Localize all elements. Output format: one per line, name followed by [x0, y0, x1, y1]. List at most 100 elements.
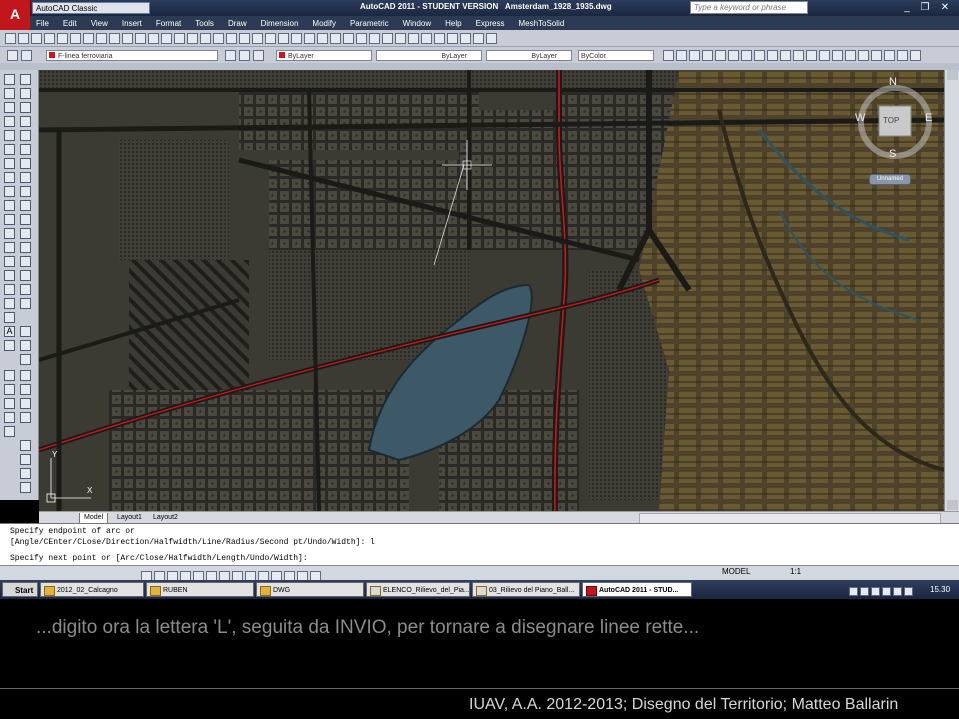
compass-north[interactable]: N: [889, 76, 897, 88]
image-adjust-icon[interactable]: [20, 454, 31, 465]
add-selected-icon[interactable]: [4, 340, 15, 351]
polyline-icon[interactable]: [4, 102, 15, 113]
text-style-icon[interactable]: [434, 33, 445, 45]
dim-text-edit-icon[interactable]: [897, 50, 908, 62]
publish-icon[interactable]: [70, 33, 81, 45]
chamfer-icon[interactable]: [20, 270, 31, 281]
inspect-icon[interactable]: [858, 50, 869, 62]
new-icon[interactable]: [5, 33, 16, 45]
ucs-icon[interactable]: [395, 33, 406, 45]
orbit-icon[interactable]: [356, 33, 367, 45]
usb-icon[interactable]: [893, 587, 902, 597]
quick-dim-icon[interactable]: [767, 50, 778, 62]
ellipse-icon[interactable]: [4, 200, 15, 211]
linear-dim-icon[interactable]: [663, 50, 674, 62]
menu-view[interactable]: View: [91, 19, 108, 28]
image-quality-icon[interactable]: [20, 468, 31, 479]
menu-edit[interactable]: Edit: [63, 19, 77, 28]
menu-meshtosolid[interactable]: MeshToSolid: [518, 19, 564, 28]
visual-style-icon[interactable]: [369, 33, 380, 45]
construction-line-icon[interactable]: [4, 88, 15, 99]
taskbar-item-active[interactable]: AutoCAD 2011 - STUD...: [582, 582, 692, 597]
menu-window[interactable]: Window: [403, 19, 431, 28]
fillet-icon[interactable]: [20, 284, 31, 295]
viewcube[interactable]: N S W E TOP Unnamed: [851, 76, 941, 186]
taskbar-item[interactable]: 03_Rilievo del Piano_Ball...: [472, 582, 580, 597]
layer-state-icon[interactable]: [304, 33, 315, 45]
stretch-icon[interactable]: [20, 186, 31, 197]
copy-object-icon[interactable]: [20, 88, 31, 99]
break-at-point-icon[interactable]: [20, 228, 31, 239]
rotate-icon[interactable]: [20, 158, 31, 169]
language-icon[interactable]: [849, 587, 858, 597]
image-frame-icon[interactable]: [20, 482, 31, 493]
ordinate-icon[interactable]: [702, 50, 713, 62]
layer-off-icon[interactable]: [4, 384, 15, 395]
drawing-area[interactable]: Y X N S W E TOP Unnamed: [39, 70, 944, 511]
aligned-dim-icon[interactable]: [676, 50, 687, 62]
bring-front-icon[interactable]: [20, 370, 31, 381]
properties-icon[interactable]: [213, 33, 224, 45]
diameter-icon[interactable]: [741, 50, 752, 62]
tool-palette-icon[interactable]: [239, 33, 250, 45]
search-input[interactable]: Type a keyword or phrase: [690, 1, 808, 14]
open-icon[interactable]: [18, 33, 29, 45]
pan-icon[interactable]: [161, 33, 172, 45]
volume-icon[interactable]: [882, 587, 891, 597]
scale-icon[interactable]: [20, 172, 31, 183]
dim-style-icon[interactable]: [447, 33, 458, 45]
paste-icon[interactable]: [109, 33, 120, 45]
line-icon[interactable]: [4, 74, 15, 85]
undo-icon[interactable]: [135, 33, 146, 45]
menu-draw[interactable]: Draw: [228, 19, 247, 28]
gradient-icon[interactable]: [4, 284, 15, 295]
above-object-icon[interactable]: [20, 398, 31, 409]
radius-icon[interactable]: [715, 50, 726, 62]
ellipse-arc-icon[interactable]: [4, 214, 15, 225]
layer-freeze-icon[interactable]: [4, 398, 15, 409]
menu-tools[interactable]: Tools: [195, 19, 214, 28]
model-space-button[interactable]: MODEL: [722, 567, 750, 576]
design-center-icon[interactable]: [226, 33, 237, 45]
make-current-icon[interactable]: [225, 50, 236, 61]
array-icon[interactable]: [20, 130, 31, 141]
table-icon[interactable]: [4, 312, 15, 323]
zoom-previous-icon[interactable]: [200, 33, 211, 45]
dim-edit-icon[interactable]: [884, 50, 895, 62]
polygon-icon[interactable]: [4, 116, 15, 127]
offset-icon[interactable]: [20, 116, 31, 127]
taskbar-item[interactable]: 2012_02_Calcagno: [40, 582, 144, 597]
preview-icon[interactable]: [57, 33, 68, 45]
make-block-icon[interactable]: [4, 242, 15, 253]
redo-icon[interactable]: [148, 33, 159, 45]
menu-insert[interactable]: Insert: [122, 19, 142, 28]
angular-icon[interactable]: [754, 50, 765, 62]
send-back-icon[interactable]: [20, 384, 31, 395]
insert-block-icon[interactable]: [4, 228, 15, 239]
spline-icon[interactable]: [4, 186, 15, 197]
layer-select[interactable]: F-linea ferroviaria: [46, 50, 218, 61]
block-icon[interactable]: [421, 33, 432, 45]
multileader-icon[interactable]: [473, 33, 484, 45]
menu-help[interactable]: Help: [445, 19, 461, 28]
help-icon[interactable]: [291, 33, 302, 45]
jogged-linear-icon[interactable]: [871, 50, 882, 62]
restore-icon[interactable]: ❐: [918, 1, 932, 14]
markup-icon[interactable]: [265, 33, 276, 45]
zoom-window-icon[interactable]: [187, 33, 198, 45]
arc-icon[interactable]: [4, 144, 15, 155]
multiline-text-icon[interactable]: A: [4, 326, 15, 337]
tab-layout1[interactable]: Layout1: [113, 513, 146, 523]
workspace-select[interactable]: AutoCAD Classic: [32, 2, 150, 14]
under-object-icon[interactable]: [20, 412, 31, 423]
menu-modify[interactable]: Modify: [312, 19, 336, 28]
draw-order-icon[interactable]: [20, 326, 31, 337]
erase-icon[interactable]: [20, 74, 31, 85]
compass-east[interactable]: E: [925, 112, 932, 124]
sheet-icon[interactable]: [486, 33, 497, 45]
command-line[interactable]: Specify endpoint of arc or [Angle/CEnter…: [0, 523, 959, 566]
dim-update-icon[interactable]: [910, 50, 921, 62]
minimize-icon[interactable]: _: [900, 1, 914, 14]
viewport-icon[interactable]: [408, 33, 419, 45]
circle-icon[interactable]: [4, 158, 15, 169]
